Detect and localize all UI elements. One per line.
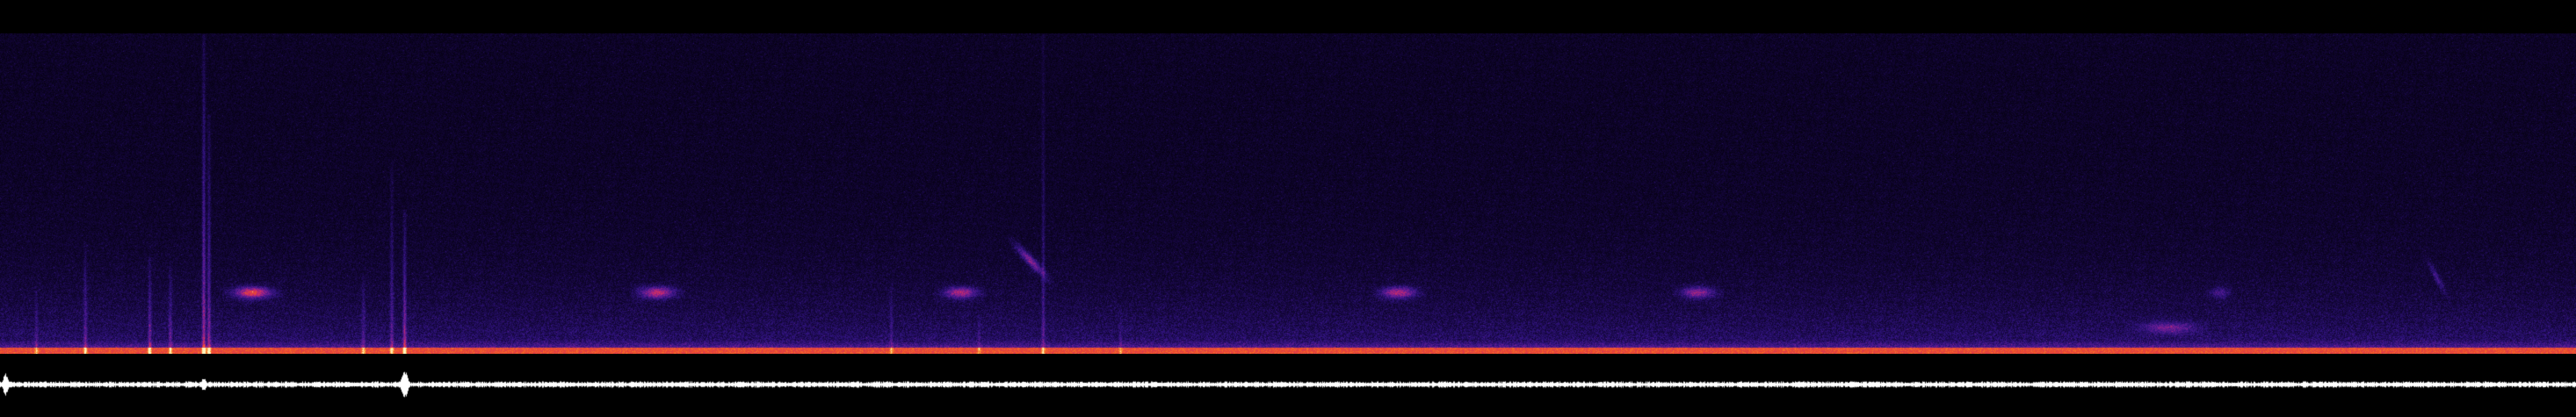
spectrogram-panel[interactable] (0, 33, 2576, 354)
waveform-panel[interactable] (0, 362, 2576, 407)
audio-analysis-view (0, 0, 2576, 417)
spectrogram-image (0, 33, 2576, 354)
waveform-trace (0, 362, 2576, 407)
